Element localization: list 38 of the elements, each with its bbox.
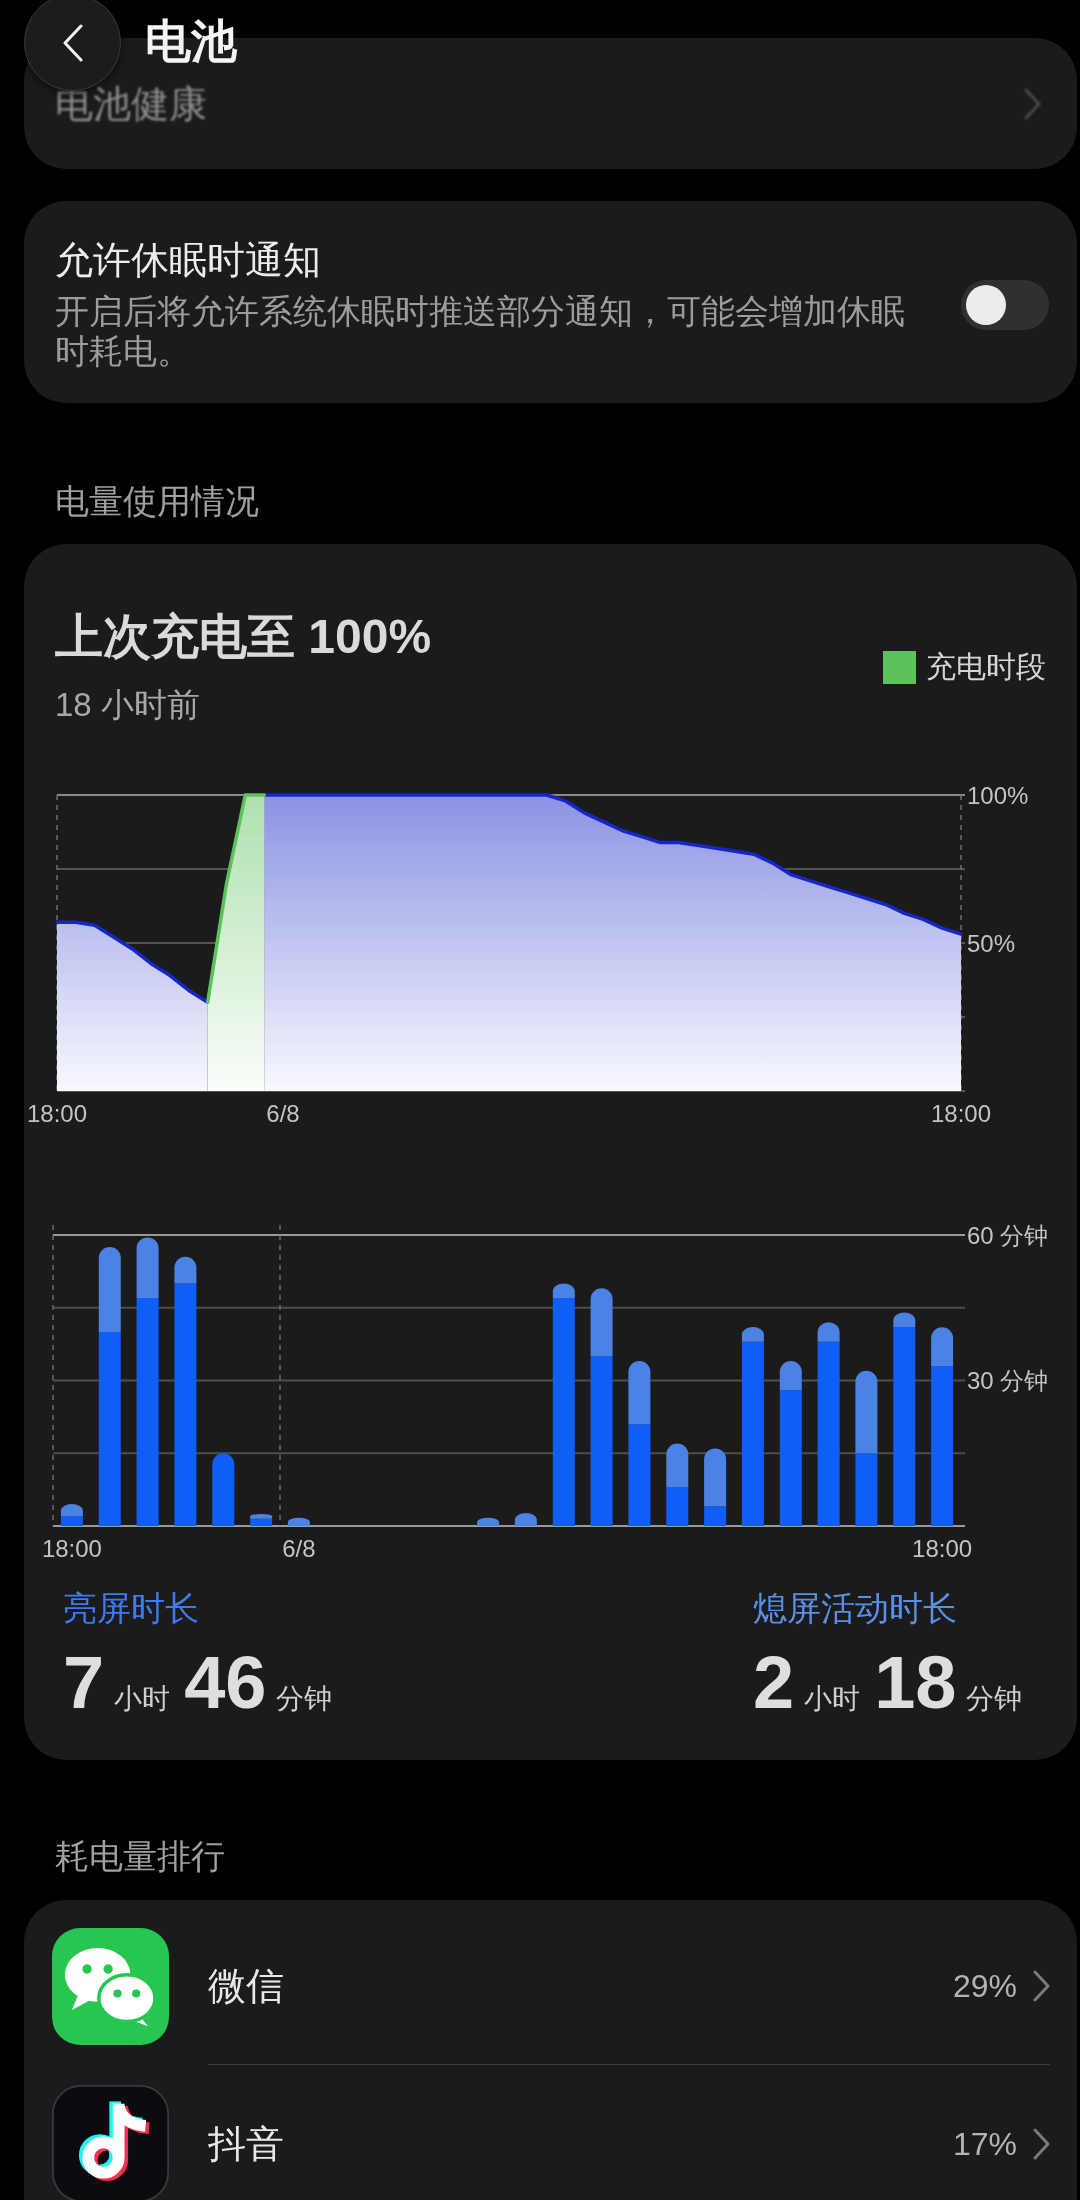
stat-value: 46 [184,1643,267,1723]
axis-label: 18:00 [41,1534,102,1562]
chevron-right-icon [1033,2127,1050,2160]
battery-percent: 17% [952,2124,1017,2164]
stat-label: 亮屏时长 [63,1588,200,1628]
stat-unit: 分钟 [276,1682,333,1716]
battery-percent: 29% [952,1967,1017,2006]
chevron-right-icon [1033,1970,1050,2002]
back-icon [61,23,84,62]
toggle-switch[interactable] [961,279,1049,330]
section-heading: 电量使用情况 [55,481,260,521]
app-name: 微信 [208,1964,284,2009]
setting-description: 开启后将允许系统休眠时推送部分通知，可能会增加休眠时耗电。 [55,291,906,371]
music-note-icon [52,2085,169,2200]
axis-label: 60 分钟 [967,1221,1049,1249]
charge-title: 上次充电至 100% [55,609,432,665]
axis-label: 100% [967,781,1029,809]
chat-bubbles-icon [52,1928,169,2045]
axis-label: 30 分钟 [967,1367,1049,1394]
stat-label: 熄屏活动时长 [753,1588,958,1628]
axis-label: 18:00 [930,1099,992,1127]
app-name: 抖音 [208,2121,284,2167]
stat-value: 18 [874,1643,957,1723]
setting-title: 允许休眠时通知 [55,238,322,282]
stat-value: 2 [753,1643,795,1723]
stat-unit: 分钟 [966,1682,1023,1716]
legend-label: 充电时段 [926,649,1046,685]
axis-label: 6/8 [266,1099,300,1127]
stat-unit: 小时 [114,1682,171,1716]
axis-label: 18:00 [26,1099,88,1127]
section-heading: 耗电量排行 [55,1836,226,1876]
axis-label: 50% [967,929,1016,957]
stat-value: 7 [63,1643,105,1723]
stat-unit: 小时 [804,1682,861,1716]
axis-label: 6/8 [282,1534,316,1562]
chevron-right-icon [1024,87,1041,120]
axis-label: 18:00 [912,1534,973,1562]
charge-time: 18 小时前 [55,685,201,725]
